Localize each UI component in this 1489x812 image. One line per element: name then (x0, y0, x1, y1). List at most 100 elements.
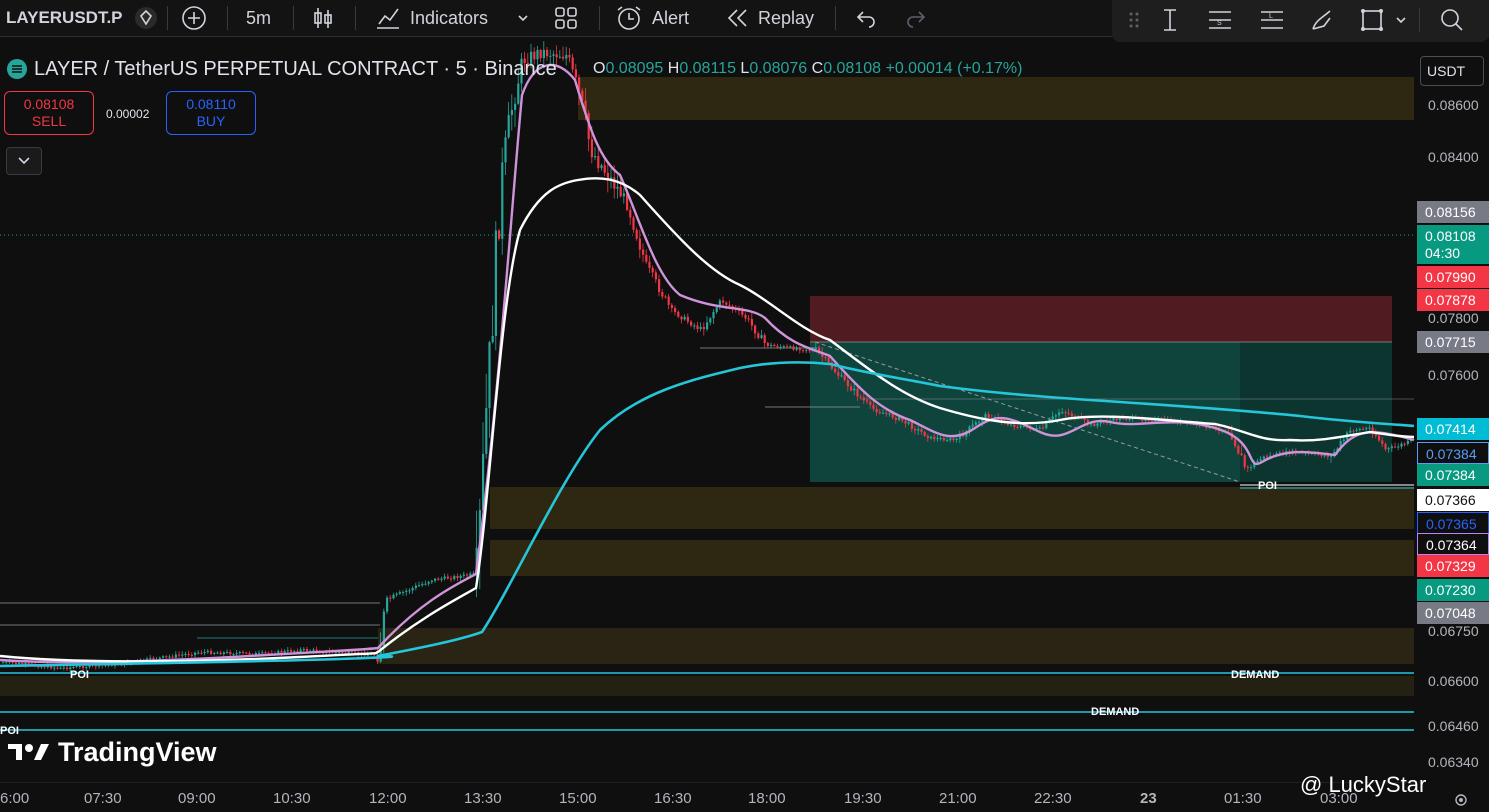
candle-body (642, 249, 645, 255)
candle-body (1403, 443, 1406, 445)
candle-body (1093, 423, 1096, 426)
candle-body (680, 316, 683, 320)
candle-body (760, 335, 763, 339)
candle-body (1058, 412, 1061, 416)
candle-body (600, 165, 603, 169)
candle-body (14, 662, 17, 665)
buy-button[interactable]: 0.08110 BUY (166, 91, 256, 135)
candle-body (850, 386, 853, 391)
candle-body (670, 304, 673, 308)
time-tick: 18:00 (748, 790, 786, 807)
candle-body (174, 654, 177, 658)
candle-body (242, 652, 245, 654)
candle-body (312, 649, 315, 651)
candle-body (770, 344, 773, 347)
candle-body (421, 583, 424, 586)
tradingview-logo[interactable]: TradingView (8, 735, 217, 769)
candle-body (290, 650, 293, 652)
candle-body (792, 346, 795, 350)
candle-body (574, 69, 577, 78)
low-label: L (740, 60, 750, 77)
high-label: H (667, 60, 680, 77)
candle-body (283, 650, 286, 653)
sell-button[interactable]: 0.08108 SELL (4, 91, 94, 135)
time-tick: 19:30 (844, 790, 882, 807)
candle-body (1067, 412, 1070, 414)
poi-label: POI (1258, 480, 1277, 492)
candle-body (904, 420, 907, 424)
open-value: 0.08095 (605, 60, 664, 77)
legend-collapse-button[interactable] (6, 147, 42, 175)
candle-body (619, 186, 622, 197)
candle-body (238, 652, 241, 654)
candle-body (853, 388, 856, 391)
candle-body (456, 576, 459, 578)
candle-body (1374, 434, 1377, 436)
price-tick: 0.08600 (1428, 97, 1479, 113)
candle-body (827, 357, 830, 363)
candle-body (814, 347, 817, 350)
candle-body (949, 438, 952, 441)
candle-body (414, 585, 417, 589)
candle-body (773, 344, 776, 346)
time-tick: 22:30 (1034, 790, 1072, 807)
time-tick: 23 (1140, 790, 1157, 807)
candle-body (1083, 418, 1086, 420)
price-axis[interactable]: 0.08600 0.08400 0.07800 0.07600 0.06750 … (1414, 42, 1489, 782)
candle-body (440, 578, 443, 580)
candle-body (1070, 413, 1073, 417)
candle-body (347, 651, 350, 654)
candle-body (824, 357, 827, 359)
candle-body (562, 56, 565, 59)
candle-body (987, 414, 990, 419)
candle-body (1259, 458, 1262, 461)
change-value: +0.00014 (+0.17%) (885, 60, 1023, 77)
candle-body (686, 316, 689, 322)
candle-body (597, 156, 600, 169)
candle-body (782, 346, 785, 348)
candle-body (226, 652, 229, 654)
candle-body (62, 667, 65, 669)
time-tick: 21:00 (939, 790, 977, 807)
candle-body (1365, 428, 1368, 430)
candle-body (194, 652, 197, 656)
settings-icon[interactable] (1453, 792, 1469, 808)
candle-body (795, 348, 798, 350)
time-tick: 10:30 (273, 790, 311, 807)
candle-body (507, 115, 510, 138)
time-tick: 6:00 (0, 790, 30, 807)
candle-body (693, 325, 696, 327)
chart-legend[interactable]: LAYER / TetherUS PERPETUAL CONTRACT · 5 … (6, 56, 557, 82)
candle-body (677, 311, 680, 317)
candle-body (878, 412, 881, 414)
candle-body (894, 417, 897, 420)
candle-body (664, 296, 667, 298)
candle-body (1320, 454, 1323, 457)
candle-body (981, 419, 984, 422)
candle-body (1381, 440, 1384, 444)
low-value: 0.08076 (749, 60, 808, 77)
candle-body (728, 304, 731, 307)
candle-body (658, 279, 661, 292)
candle-body (59, 667, 62, 669)
candle-body (674, 307, 677, 312)
price-tick: 0.06600 (1428, 673, 1479, 689)
candle-body (1038, 427, 1041, 429)
candle-body (856, 388, 859, 397)
candle-body (24, 662, 27, 665)
candle-body (1394, 446, 1397, 448)
candle-body (651, 267, 654, 273)
candle-body (872, 404, 875, 409)
candle-body (18, 662, 21, 665)
price-label: 0.07365 (1417, 512, 1489, 534)
candle-body (571, 57, 574, 70)
candle-body (789, 346, 792, 348)
open-label: O (593, 60, 606, 77)
candle-body (1378, 435, 1381, 441)
candle-body (1349, 430, 1352, 433)
candle-body (1355, 429, 1358, 431)
demand-label: DEMAND (1091, 706, 1139, 718)
candle-body (178, 654, 181, 656)
candle-body (898, 417, 901, 420)
time-tick: 16:30 (654, 790, 692, 807)
